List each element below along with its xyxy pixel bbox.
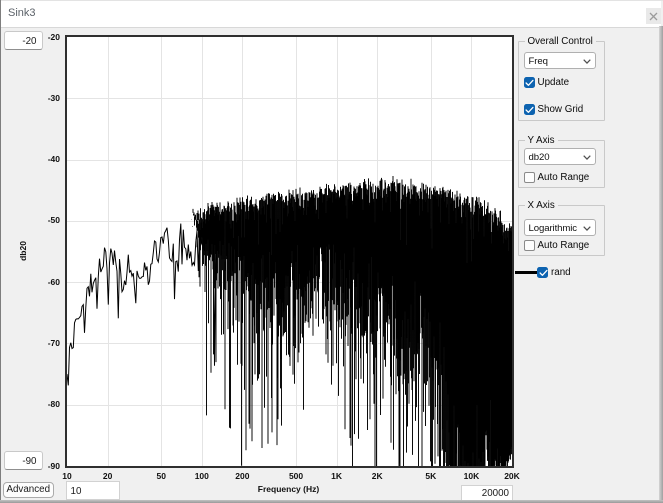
x-axis-combo[interactable]: Logarithmic (524, 219, 596, 237)
show-grid-checkbox[interactable]: Show Grid (524, 104, 584, 115)
x-tick-label: 100 (182, 472, 222, 481)
legend-line-sample (515, 271, 537, 274)
x-tick-label: 5K (411, 472, 451, 481)
combo-value: db20 (529, 152, 550, 163)
checkbox-box (524, 77, 535, 88)
spectrum-trace-dense (191, 176, 512, 466)
legend-rand-checkbox[interactable]: rand (537, 267, 571, 278)
title-bar[interactable]: Sink3 (1, 1, 661, 28)
y-tick-label: -80 (30, 400, 60, 409)
x-tick-label: 10K (451, 472, 491, 481)
close-button[interactable] (646, 8, 662, 24)
y-tick-label: -90 (30, 462, 60, 471)
combo-value: Freq (529, 56, 548, 67)
x-tick-label: 20 (88, 472, 128, 481)
checkbox-box (524, 104, 535, 115)
x-max-input[interactable]: 20000 (461, 485, 513, 501)
y-tick-label: -70 (30, 339, 60, 348)
x-tick-label: 50 (141, 472, 181, 481)
spectrum-trace-lowfreq (67, 216, 217, 385)
y-tick-label: -40 (30, 155, 60, 164)
chevron-down-icon (583, 155, 591, 160)
spectrum-plot (67, 37, 512, 466)
update-checkbox[interactable]: Update (524, 77, 570, 88)
y-tick-label: -50 (30, 216, 60, 225)
combo-value: Logarithmic (529, 223, 578, 234)
plot-area[interactable] (65, 35, 514, 468)
x-tick-label: 200 (222, 472, 262, 481)
y-tick-label: -30 (30, 94, 60, 103)
window-border-left (0, 0, 1, 503)
x-tick-label: 2K (357, 472, 397, 481)
x-tick-label: 20K (492, 472, 532, 481)
group-title: Y Axis (525, 135, 558, 146)
advanced-button[interactable]: Advanced (3, 482, 54, 498)
x-tick-label: 1K (317, 472, 357, 481)
y-axis-combo[interactable]: db20 (524, 148, 596, 166)
y-auto-range-checkbox[interactable]: Auto Range (524, 172, 590, 183)
checkbox-label: Auto Range (538, 172, 590, 183)
group-overall-control: Overall Control Freq Update Show Grid (518, 41, 605, 121)
group-title: Overall Control (525, 36, 596, 47)
group-y-axis: Y Axis db20 Auto Range (518, 140, 605, 188)
window-border-right[interactable] (659, 26, 663, 503)
x-min-input[interactable]: 10 (66, 481, 120, 500)
checkbox-box (524, 172, 535, 183)
x-tick-label: 500 (276, 472, 316, 481)
x-auto-range-checkbox[interactable]: Auto Range (524, 240, 590, 251)
x-tick-label: 10 (47, 472, 87, 481)
window-title: Sink3 (8, 7, 36, 19)
qt-sink-window: Sink3 -20 -90 Advanced db20 -20-30-40-50… (0, 0, 663, 503)
y-axis-title: db20 (18, 227, 28, 275)
group-title: X Axis (525, 200, 558, 211)
overall-control-combo[interactable]: Freq (524, 52, 596, 70)
checkbox-label: Auto Range (538, 240, 590, 251)
legend-rand: rand (515, 267, 655, 281)
chevron-down-icon (583, 226, 591, 231)
group-x-axis: X Axis Logarithmic Auto Range (518, 205, 605, 256)
chevron-down-icon (583, 59, 591, 64)
checkbox-box (537, 267, 548, 278)
checkbox-label: Update (538, 77, 570, 88)
y-tick-label: -60 (30, 278, 60, 287)
checkbox-label: Show Grid (538, 104, 584, 115)
x-axis-title: Frequency (Hz) (239, 484, 339, 494)
y-tick-label: -20 (30, 33, 60, 42)
checkbox-label: rand (551, 267, 571, 278)
checkbox-box (524, 240, 535, 251)
close-icon (649, 12, 658, 21)
